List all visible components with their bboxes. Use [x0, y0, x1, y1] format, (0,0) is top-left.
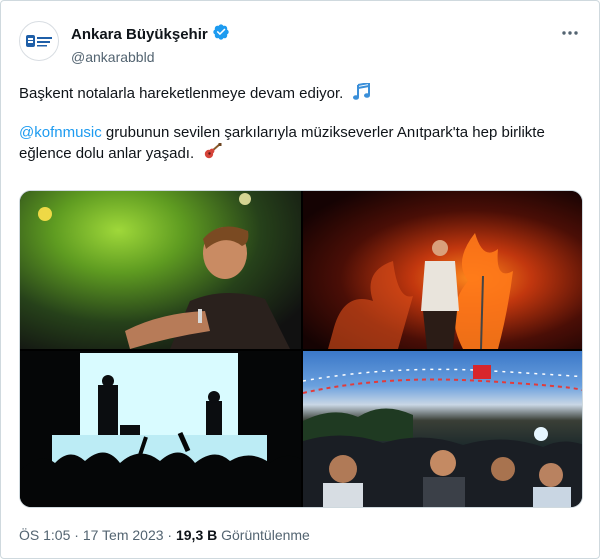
avatar[interactable] [19, 21, 59, 61]
more-dots-icon[interactable] [561, 27, 579, 39]
ankara-logo-icon [26, 34, 52, 48]
separator-dot: · [167, 527, 173, 543]
verified-badge-icon [212, 23, 230, 46]
user-handle[interactable]: @ankarabbld [71, 48, 230, 66]
views-count: 19,3 B [175, 527, 218, 543]
media-grid [19, 190, 583, 508]
tweet-card: Ankara Büyükşehir @ankarabbld Başkent no… [0, 0, 600, 559]
display-name-text: Ankara Büyükşehir [71, 25, 208, 43]
photo-2[interactable] [303, 191, 582, 349]
tweet-header: Ankara Büyükşehir @ankarabbld [19, 19, 585, 67]
photo-4[interactable] [303, 351, 582, 507]
display-name[interactable]: Ankara Büyükşehir [71, 23, 230, 46]
tweet-time[interactable]: ÖS 1:05 [19, 527, 70, 543]
photo-3[interactable] [20, 351, 301, 507]
views-label: Görüntülenme [221, 527, 310, 543]
tweet-paragraph-2: @kofnmusic grubunun sevilen şarkılarıyla… [19, 122, 585, 167]
tweet-paragraph-1: Başkent notalarla hareketlenmeye devam e… [19, 81, 585, 107]
user-names: Ankara Büyükşehir @ankarabbld [71, 23, 230, 66]
tweet-text: Başkent notalarla hareketlenmeye devam e… [19, 81, 585, 182]
guitar-emoji [202, 143, 222, 167]
photo-1[interactable] [20, 191, 301, 349]
musical-notes-emoji [352, 81, 372, 107]
tweet-footer: ÖS 1:05 · 17 Tem 2023 · 19,3 B Görüntüle… [19, 526, 310, 544]
tweet-date[interactable]: 17 Tem 2023 [83, 527, 164, 543]
tweet-line-1: Başkent notalarla hareketlenmeye devam e… [19, 85, 344, 102]
separator-dot: · [74, 527, 79, 543]
mention-link[interactable]: @kofnmusic [19, 124, 102, 141]
